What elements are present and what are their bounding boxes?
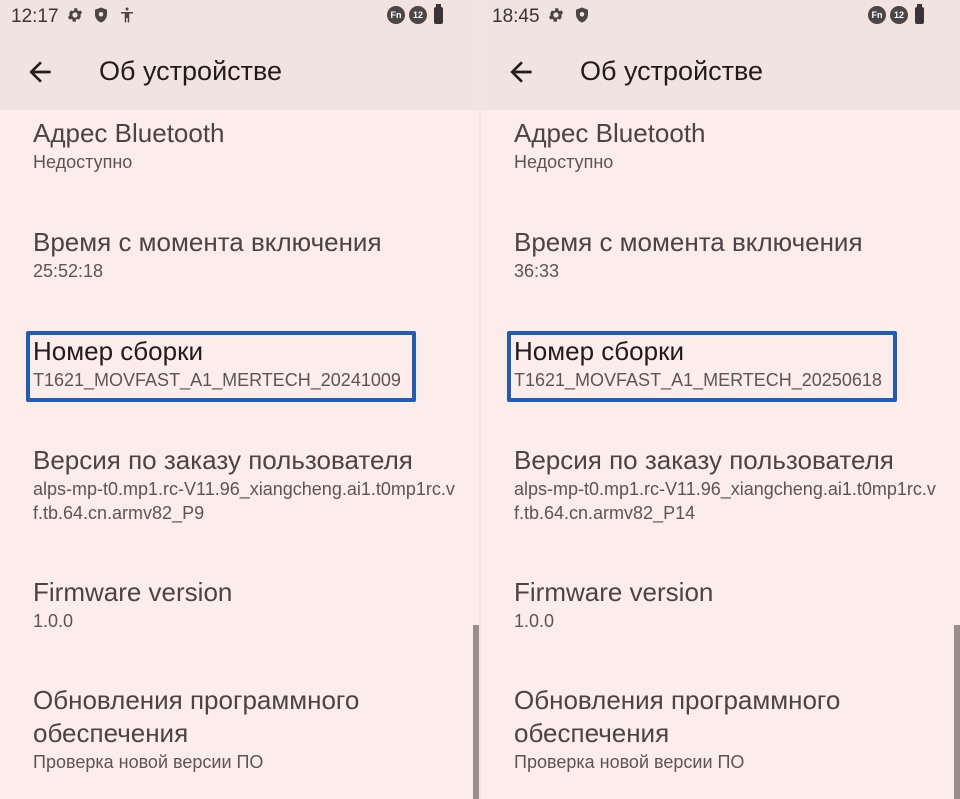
fn-badge-icon: Fn xyxy=(868,6,886,24)
item-value: Проверка новой версии ПО xyxy=(33,752,264,772)
item-value: 36:33 xyxy=(514,261,560,281)
item-title: Обновления программного обеспечения xyxy=(33,685,360,748)
list-item-bluetooth-address[interactable]: Адрес Bluetooth Недоступно xyxy=(514,116,960,174)
gear-icon xyxy=(67,8,83,22)
item-value: 1.0.0 xyxy=(33,611,74,631)
item-title: Время с момента включения xyxy=(33,227,382,257)
notification-count-icon: 12 xyxy=(890,6,908,24)
list-item-custom-version[interactable]: Версия по заказу пользователя alps-mp-t0… xyxy=(33,443,457,525)
page-title: Об устройстве xyxy=(580,56,764,86)
item-title: Версия по заказу пользователя xyxy=(514,445,894,475)
list-item-software-updates[interactable]: Обновления программного обеспечения Пров… xyxy=(33,684,409,774)
back-arrow-icon[interactable] xyxy=(505,56,537,88)
shield-icon xyxy=(95,7,107,23)
battery-icon xyxy=(915,3,924,24)
item-title: Адрес Bluetooth xyxy=(514,118,706,148)
item-value: 1.0.0 xyxy=(514,611,555,631)
list-item-firmware-version[interactable]: Firmware version 1.0.0 xyxy=(514,575,960,633)
list-item-software-updates[interactable]: Обновления программного обеспечения Пров… xyxy=(514,684,890,774)
status-time: 18:45 xyxy=(492,6,540,27)
item-value: Недоступно xyxy=(33,152,133,172)
highlight-box xyxy=(507,331,897,402)
list-item-uptime[interactable]: Время с момента включения 25:52:18 xyxy=(33,225,479,283)
item-title: Firmware version xyxy=(514,577,714,607)
item-value: Недоступно xyxy=(514,152,614,172)
gear-icon xyxy=(548,8,564,22)
status-time: 12:17 xyxy=(11,6,59,27)
list-item-bluetooth-address[interactable]: Адрес Bluetooth Недоступно xyxy=(33,116,479,174)
scrollbar[interactable] xyxy=(954,625,960,799)
back-arrow-icon[interactable] xyxy=(24,56,56,88)
notification-count-icon: 12 xyxy=(409,6,427,24)
app-bar: 18:45 Fn 12 Об устройстве xyxy=(481,0,960,110)
item-title: Адрес Bluetooth xyxy=(33,118,225,148)
page-title: Об устройстве xyxy=(99,56,283,86)
app-bar: 12:17 Fn 12 Об устройстве xyxy=(0,0,479,110)
highlight-box xyxy=(26,331,416,402)
screen-right: 18:45 Fn 12 Об устройстве Адрес Bluetoot… xyxy=(481,0,960,799)
item-title: Firmware version xyxy=(33,577,233,607)
battery-icon xyxy=(434,3,443,24)
accessibility-icon xyxy=(121,7,133,23)
shield-icon xyxy=(576,7,588,23)
item-value: Проверка новой версии ПО xyxy=(514,752,745,772)
screen-left: 12:17 Fn 12 Об устройстве Адрес Bluetoot… xyxy=(0,0,479,799)
status-bar: 18:45 Fn 12 xyxy=(481,0,960,32)
item-title: Обновления программного обеспечения xyxy=(514,685,841,748)
item-value: alps-mp-t0.mp1.rc-V11.96_xiangcheng.ai1.… xyxy=(514,479,936,523)
list-item-uptime[interactable]: Время с момента включения 36:33 xyxy=(514,225,960,283)
list-item-custom-version[interactable]: Версия по заказу пользователя alps-mp-t0… xyxy=(514,443,938,525)
fn-badge-icon: Fn xyxy=(387,6,405,24)
item-value: alps-mp-t0.mp1.rc-V11.96_xiangcheng.ai1.… xyxy=(33,479,455,523)
item-value: 25:52:18 xyxy=(33,261,104,281)
list-item-firmware-version[interactable]: Firmware version 1.0.0 xyxy=(33,575,479,633)
item-title: Время с момента включения xyxy=(514,227,863,257)
item-title: Версия по заказу пользователя xyxy=(33,445,413,475)
status-bar: 12:17 Fn 12 xyxy=(0,0,479,32)
